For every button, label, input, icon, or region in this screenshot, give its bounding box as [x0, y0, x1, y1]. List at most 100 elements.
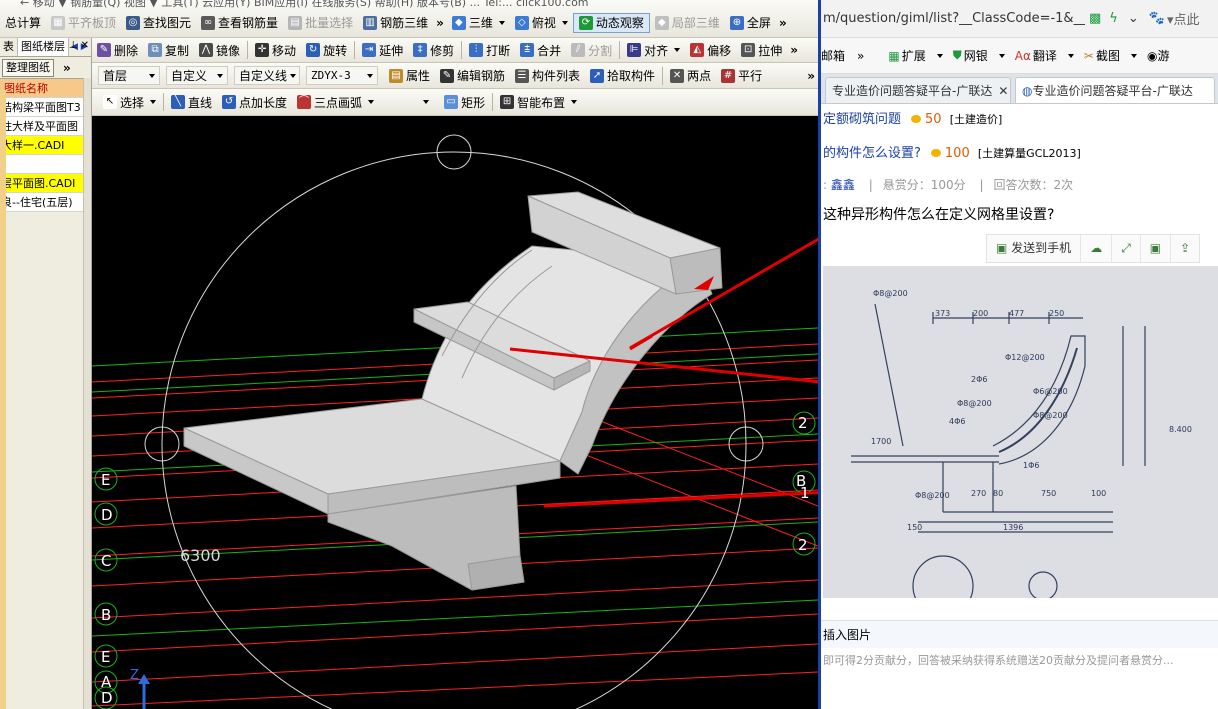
align-dropdown[interactable]: ⊫ 对齐: [622, 39, 685, 61]
axis-label-2b: 2: [798, 536, 808, 554]
paw-icon[interactable]: 🐾: [1149, 11, 1165, 26]
overflow-chevron[interactable]: »: [433, 16, 447, 30]
rectangle-button[interactable]: ▭ 矩形: [439, 91, 490, 113]
trim-button[interactable]: ‡ 修剪: [408, 39, 459, 61]
parallel-button[interactable]: # 平行: [716, 65, 767, 87]
prop-overflow-chevron[interactable]: »: [804, 69, 818, 83]
browser-tab-active[interactable]: ◍专业造价问题答疑平台-广联达: [1015, 77, 1215, 103]
fullscreen-button[interactable]: ⊕ 全屏: [725, 12, 776, 34]
games-menu[interactable]: 游: [1157, 47, 1169, 64]
share-icon[interactable]: ⇪: [1171, 235, 1199, 262]
batch-select-button[interactable]: ▤ 批量选择: [283, 12, 358, 34]
rebar-3d-button[interactable]: ▥ 钢筋三维: [358, 12, 433, 34]
flush-slab-top-button[interactable]: ▦ 平齐板顶: [46, 12, 121, 34]
line-icon: ╲: [171, 95, 186, 109]
local-3d-button[interactable]: ◆ 局部三维: [650, 12, 725, 34]
panel-chevron[interactable]: »: [60, 61, 74, 75]
viewport-canvas: [92, 134, 818, 709]
three-point-arc-dropdown[interactable]: ⌒ 三点画弧: [292, 91, 379, 113]
list-item[interactable]: 柱大样及平面图: [0, 117, 91, 136]
orbit-icon: ⟳: [578, 15, 593, 30]
line-button[interactable]: ╲ 直线: [166, 91, 217, 113]
break-button[interactable]: ⫶ 打断: [464, 39, 515, 61]
edit-rebar-button[interactable]: ✎ 编辑钢筋: [435, 65, 510, 87]
list-item[interactable]: 良--住宅(五层): [0, 193, 91, 212]
list-item[interactable]: 层平面图.CADI: [0, 174, 91, 193]
3d-viewport[interactable]: 6300 E D C B E A D 2 B 1 2 Z: [92, 116, 818, 709]
extensions-menu[interactable]: 扩展: [902, 47, 926, 64]
pick-component-button[interactable]: ➚ 拾取构件: [585, 65, 660, 87]
total-calc-button[interactable]: 总计算: [0, 12, 46, 34]
type-select[interactable]: 自定义: [166, 66, 228, 85]
insert-image-bar: 插入图片: [821, 620, 1218, 648]
properties-button[interactable]: ▤ 属性: [384, 65, 435, 87]
category-tag[interactable]: [土建造价]: [950, 113, 1003, 126]
bookmarks-bar: 邮箱 » ▦ 扩展 ⛊ 网银 Aα 翻译 ✂ 截图 ◉ 游: [821, 38, 1218, 74]
close-icon[interactable]: ✕: [998, 84, 1008, 98]
bookmarks-overflow[interactable]: »: [857, 49, 864, 63]
username[interactable]: 鑫鑫: [831, 178, 855, 192]
smart-layout-dropdown[interactable]: ⊞ 智能布置: [495, 91, 582, 113]
component-type-select[interactable]: 自定义线: [234, 66, 300, 85]
tab-table[interactable]: 表: [0, 38, 18, 56]
stretch-button[interactable]: ⊡ 拉伸: [736, 39, 787, 61]
offset-button[interactable]: ◭ 偏移: [685, 39, 736, 61]
find-element-button[interactable]: ◎ 查找图元: [121, 12, 196, 34]
tab-drawing-floors[interactable]: 图纸楼层: [18, 38, 69, 56]
cloud-icon[interactable]: ☁: [1081, 235, 1113, 262]
search-hint[interactable]: ▾点此: [1167, 9, 1200, 28]
select-dropdown[interactable]: ↖ 选择: [98, 91, 161, 113]
view-rebar-qty-button[interactable]: ∞ 查看钢筋量: [196, 12, 283, 34]
bank-menu[interactable]: 网银: [964, 47, 988, 64]
list-item[interactable]: 结构梁平面图T3: [0, 98, 91, 117]
browser-tab[interactable]: 专业造价问题答疑平台-广联达 ✕: [825, 77, 1011, 103]
cursor-icon: ↖: [103, 95, 117, 109]
address-bar[interactable]: m/question/giml/list?__ClassCode=-1&__I: [823, 11, 1085, 26]
organize-drawings-button[interactable]: 整理图纸: [2, 58, 54, 77]
component-list-button[interactable]: ☰ 构件列表: [510, 65, 585, 87]
pin-close-icons[interactable]: ⊥ ✕: [69, 40, 89, 51]
3d-dropdown[interactable]: ◆ 三维: [447, 12, 510, 34]
drawing-label: 4Φ6: [949, 417, 965, 426]
delete-button[interactable]: ✎ 删除: [92, 39, 143, 61]
two-points-button[interactable]: ✕ 两点: [665, 65, 716, 87]
mirror-button[interactable]: ⋀ 镜像: [194, 39, 245, 61]
copy-button[interactable]: ⧉ 复制: [143, 39, 194, 61]
panel-scrollbar[interactable]: [83, 78, 91, 709]
merge-button[interactable]: ⩲ 合并: [515, 39, 566, 61]
overflow-chevron-2[interactable]: »: [776, 16, 790, 30]
insert-image-button[interactable]: 插入图片: [823, 628, 871, 642]
list-item[interactable]: [0, 155, 91, 174]
qr-icon[interactable]: ▩: [1089, 11, 1101, 26]
rebar-drawing-image: Φ8@200 373 200 477 250 Φ12@200 2Φ6 Φ8@20…: [823, 266, 1218, 598]
browser-window: m/question/giml/list?__ClassCode=-1&__I …: [818, 0, 1218, 709]
floor-select[interactable]: 首层: [98, 66, 160, 85]
question-link[interactable]: 定额砌筑问题: [823, 112, 901, 127]
list-item[interactable]: 大样一.CADI: [0, 136, 91, 155]
category-tag[interactable]: [土建算量GCL2013]: [978, 147, 1081, 160]
edit-overflow-chevron[interactable]: »: [787, 43, 801, 57]
split-button[interactable]: ⫽ 分割: [566, 39, 617, 61]
component-name-select[interactable]: ZDYX-3: [306, 66, 378, 85]
drawing-label: 1700: [871, 437, 891, 446]
extend-button[interactable]: ⇥ 延伸: [357, 39, 408, 61]
drawing-label: 8.400: [1169, 425, 1192, 434]
rotate-button[interactable]: ↻ 旋转: [301, 39, 352, 61]
globe-icon: ◍: [1022, 84, 1033, 98]
lightning-icon[interactable]: ϟ: [1109, 11, 1118, 26]
points: 50: [925, 112, 942, 127]
dynamic-observe-button[interactable]: ⟳ 动态观察: [572, 12, 650, 33]
chevron-down-icon[interactable]: ⌄: [1128, 11, 1139, 26]
question-link[interactable]: 的构件怎么设置?: [823, 146, 921, 161]
move-button[interactable]: ✛ 移动: [250, 39, 301, 61]
bookmark-mailbox[interactable]: 邮箱: [821, 47, 845, 64]
save-icon[interactable]: ▣: [1141, 235, 1172, 262]
send-to-phone-button[interactable]: ▣ 发送到手机: [987, 235, 1082, 262]
expand-icon[interactable]: ⤢: [1112, 235, 1141, 262]
question-photo[interactable]: Φ8@200 373 200 477 250 Φ12@200 2Φ6 Φ8@20…: [823, 266, 1218, 598]
point-length-button[interactable]: ↺ 点加长度: [217, 91, 292, 113]
top-view-dropdown[interactable]: ◇ 俯视: [510, 12, 573, 34]
screenshot-menu[interactable]: 截图: [1096, 47, 1120, 64]
translate-menu[interactable]: 翻译: [1033, 47, 1057, 64]
arc-option-select[interactable]: [379, 93, 433, 112]
